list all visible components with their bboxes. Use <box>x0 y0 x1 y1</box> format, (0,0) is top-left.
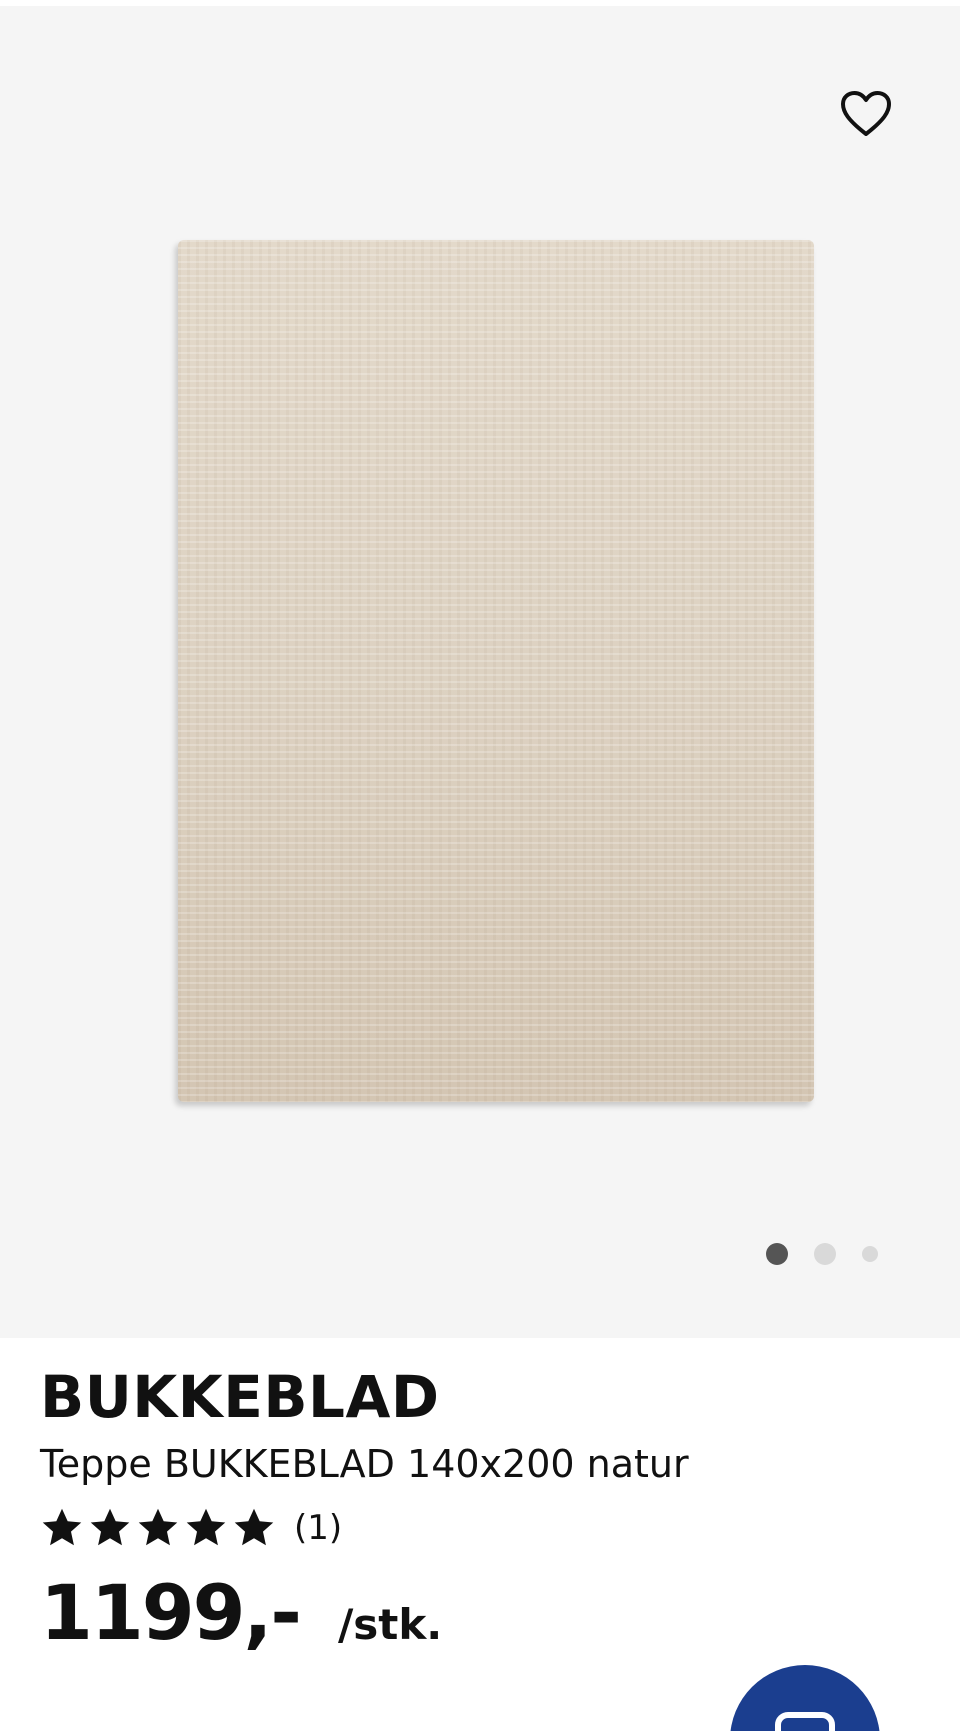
pagination-dot-2[interactable] <box>814 1243 836 1265</box>
product-page: BUKKEBLAD Teppe BUKKEBLAD 140x200 natur … <box>0 0 960 1731</box>
product-price: 1199,- <box>40 1568 302 1657</box>
rating-stars <box>40 1506 280 1550</box>
star-icon <box>234 1508 274 1546</box>
pagination-dot-3[interactable] <box>862 1246 878 1262</box>
star-icon <box>90 1508 130 1546</box>
heart-outline-icon <box>841 91 891 136</box>
price-unit: /stk. <box>337 1600 443 1649</box>
chat-button[interactable] <box>730 1665 880 1731</box>
product-rating[interactable]: (1) <box>40 1504 920 1552</box>
price-row: 1199,- /stk. <box>40 1568 920 1657</box>
favorite-button[interactable] <box>840 90 892 138</box>
product-image <box>178 240 814 1102</box>
image-pagination <box>766 1242 878 1266</box>
product-description: Teppe BUKKEBLAD 140x200 natur <box>40 1442 689 1486</box>
chat-bubble-icon <box>775 1712 835 1731</box>
star-icon <box>138 1508 178 1546</box>
product-info: BUKKEBLAD Teppe BUKKEBLAD 140x200 natur … <box>40 1360 920 1657</box>
product-name: BUKKEBLAD <box>40 1363 440 1431</box>
review-count: (1) <box>294 1508 343 1548</box>
pagination-dot-1[interactable] <box>766 1243 788 1265</box>
star-icon <box>186 1508 226 1546</box>
star-icon <box>42 1508 82 1546</box>
product-image-gallery[interactable] <box>0 6 960 1338</box>
